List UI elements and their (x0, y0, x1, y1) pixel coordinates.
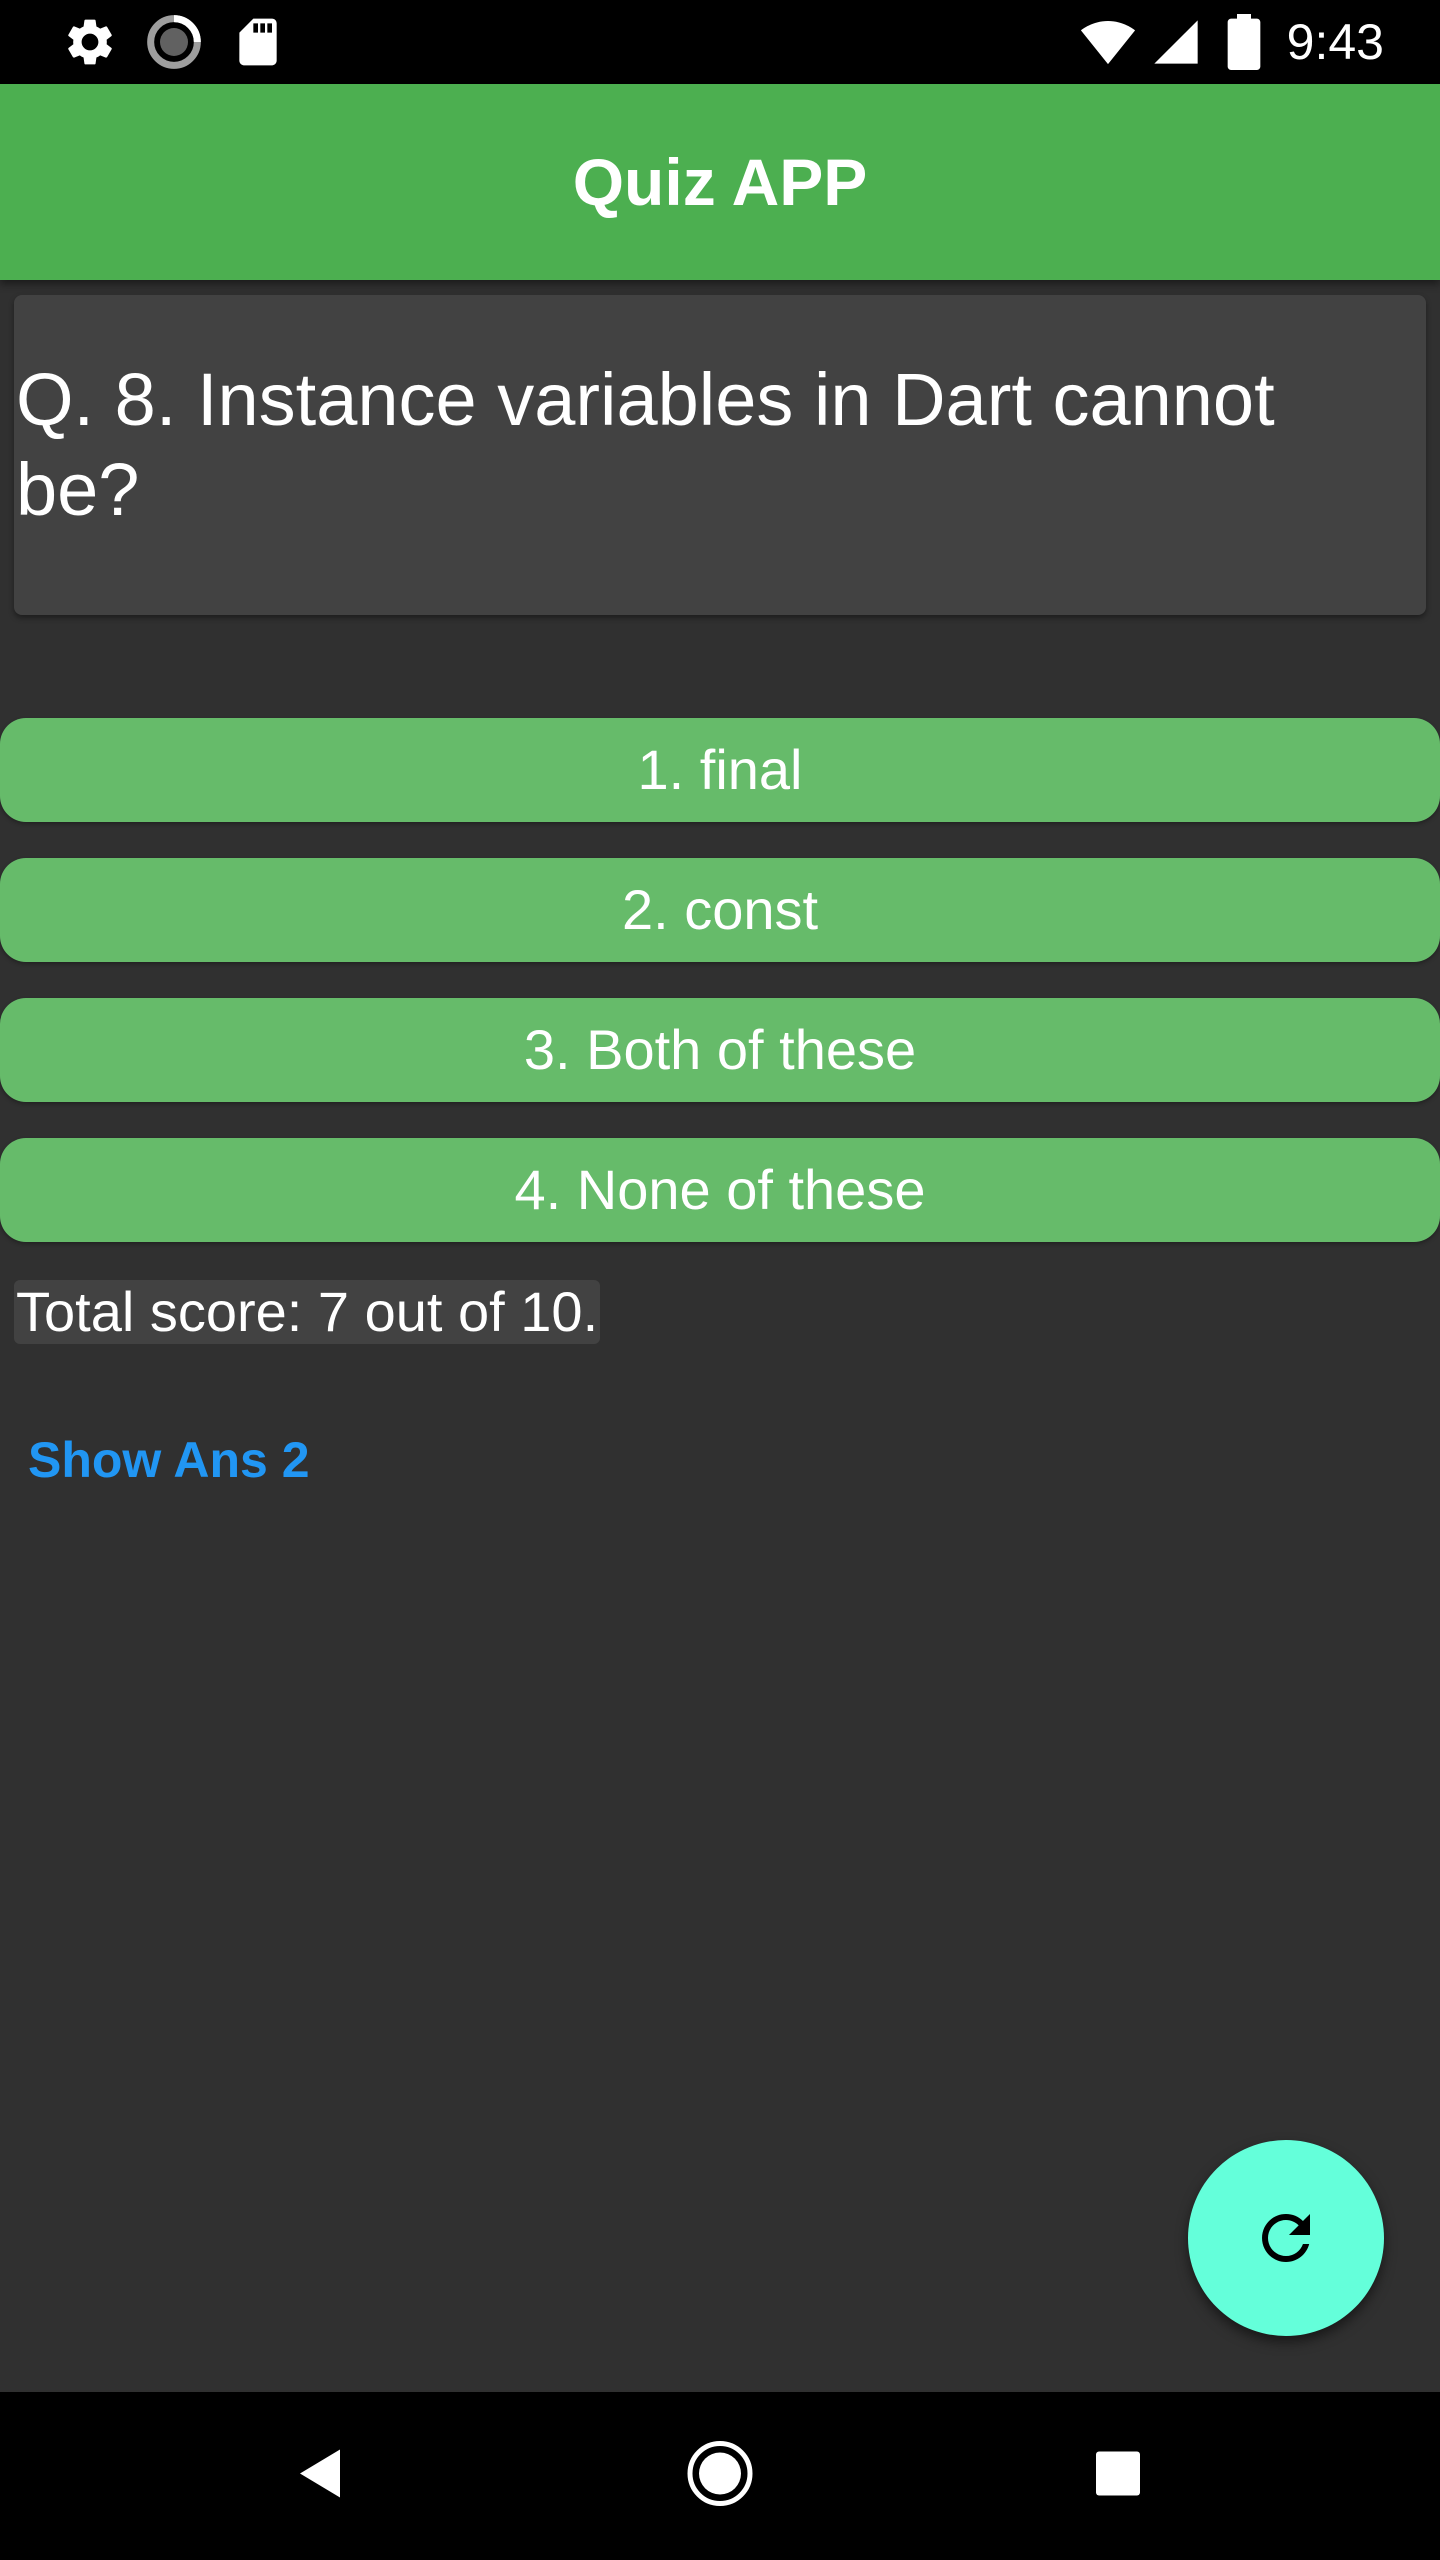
wifi-icon (1076, 14, 1140, 75)
status-time: 9:43 (1286, 14, 1384, 70)
option-4-button[interactable]: 4. None of these (0, 1138, 1440, 1242)
home-icon[interactable] (686, 2440, 754, 2513)
question-card: Q. 8. Instance variables in Dart cannot … (14, 295, 1426, 615)
sd-card-icon (230, 14, 286, 75)
navigation-bar (0, 2392, 1440, 2560)
option-3-button[interactable]: 3. Both of these (0, 998, 1440, 1102)
app-bar: Quiz APP (0, 84, 1440, 280)
refresh-icon (1262, 2214, 1310, 2262)
total-score: Total score: 7 out of 10. (14, 1280, 601, 1344)
app-title: Quiz APP (572, 145, 868, 219)
recents-icon[interactable] (1096, 2451, 1140, 2501)
back-icon[interactable] (296, 2448, 344, 2505)
show-answer-button[interactable]: Show Ans 2 (28, 1425, 310, 1495)
battery-icon (1224, 14, 1264, 75)
reset-fab[interactable] (1188, 2140, 1384, 2336)
settings-icon (62, 14, 118, 75)
quiz-screen: 9:43 Quiz APP Q. 8. Instance variables i… (0, 0, 1440, 2560)
signal-icon (1150, 14, 1202, 75)
status-bar: 9:43 (0, 0, 1440, 84)
option-2-button[interactable]: 2. const (0, 858, 1440, 962)
option-1-button[interactable]: 1. final (0, 718, 1440, 822)
loading-icon (146, 14, 202, 75)
question-text: Q. 8. Instance variables in Dart cannot … (16, 358, 1275, 531)
